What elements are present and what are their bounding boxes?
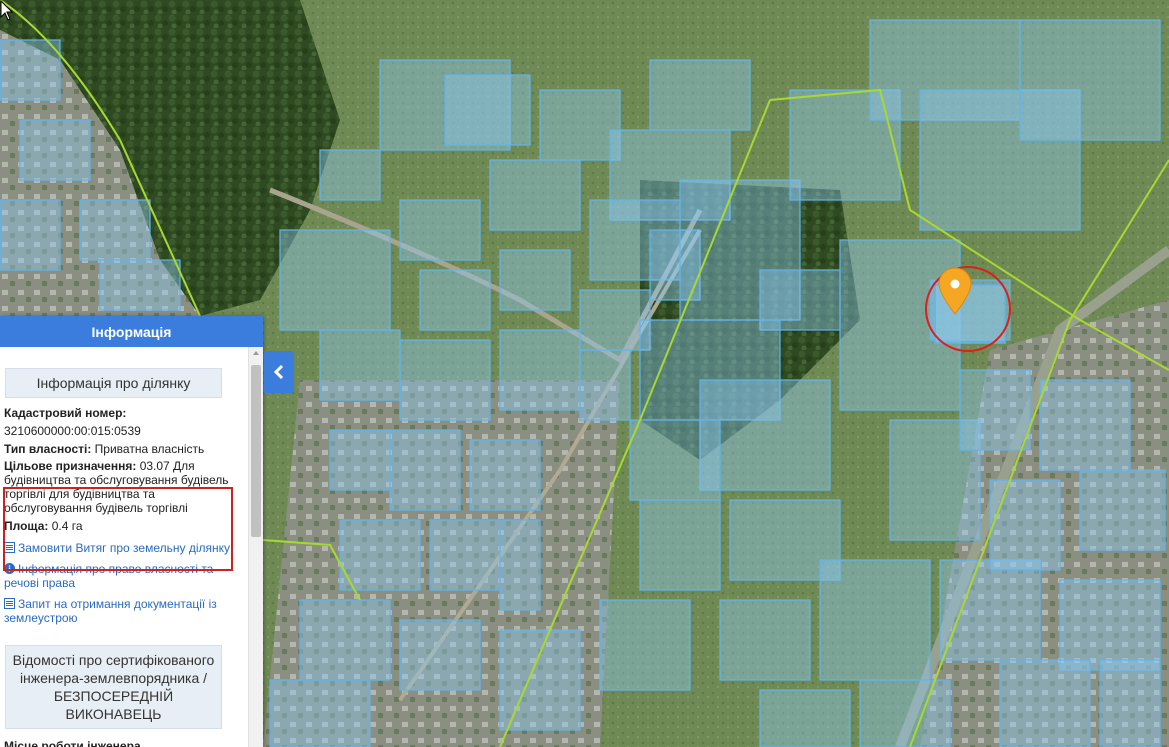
info-panel: Інформація Інформація про ділянку Кадаст…	[0, 316, 263, 747]
cadastral-label: Кадастровий номер:	[4, 406, 127, 420]
engineer-info-box: Відомості про сертифікованого інженера-з…	[5, 645, 222, 729]
work-place-label: Місце роботи інженера	[4, 739, 141, 747]
scroll-thumb[interactable]	[251, 365, 261, 537]
panel-body: Інформація про ділянку Кадастровий номер…	[0, 347, 249, 747]
purpose-label: Цільове призначення:	[4, 459, 137, 473]
documentation-request-label: Запит на отримання документації із земле…	[4, 597, 217, 625]
cadastral-value: 3210600000:00:015:0539	[4, 424, 141, 438]
documentation-request-link[interactable]: Запит на отримання документації із земле…	[4, 597, 235, 625]
panel-scrollbar[interactable]	[248, 347, 263, 747]
list-icon	[4, 598, 15, 609]
purpose-highlight-box	[3, 487, 233, 571]
ownership-row: Тип власності: Приватна власність	[4, 442, 249, 456]
chevron-left-icon	[273, 365, 284, 379]
cadastral-number-block: Кадастровий номер: 3210600000:00:015:053…	[4, 406, 249, 438]
mouse-cursor-icon	[0, 0, 14, 21]
ownership-value: Приватна власність	[94, 442, 205, 456]
ownership-label: Тип власності:	[4, 442, 92, 456]
scroll-up-icon[interactable]	[253, 351, 259, 355]
section-title: Інформація про ділянку	[5, 368, 222, 398]
panel-header: Інформація	[0, 316, 263, 347]
collapse-panel-button[interactable]	[264, 351, 294, 393]
